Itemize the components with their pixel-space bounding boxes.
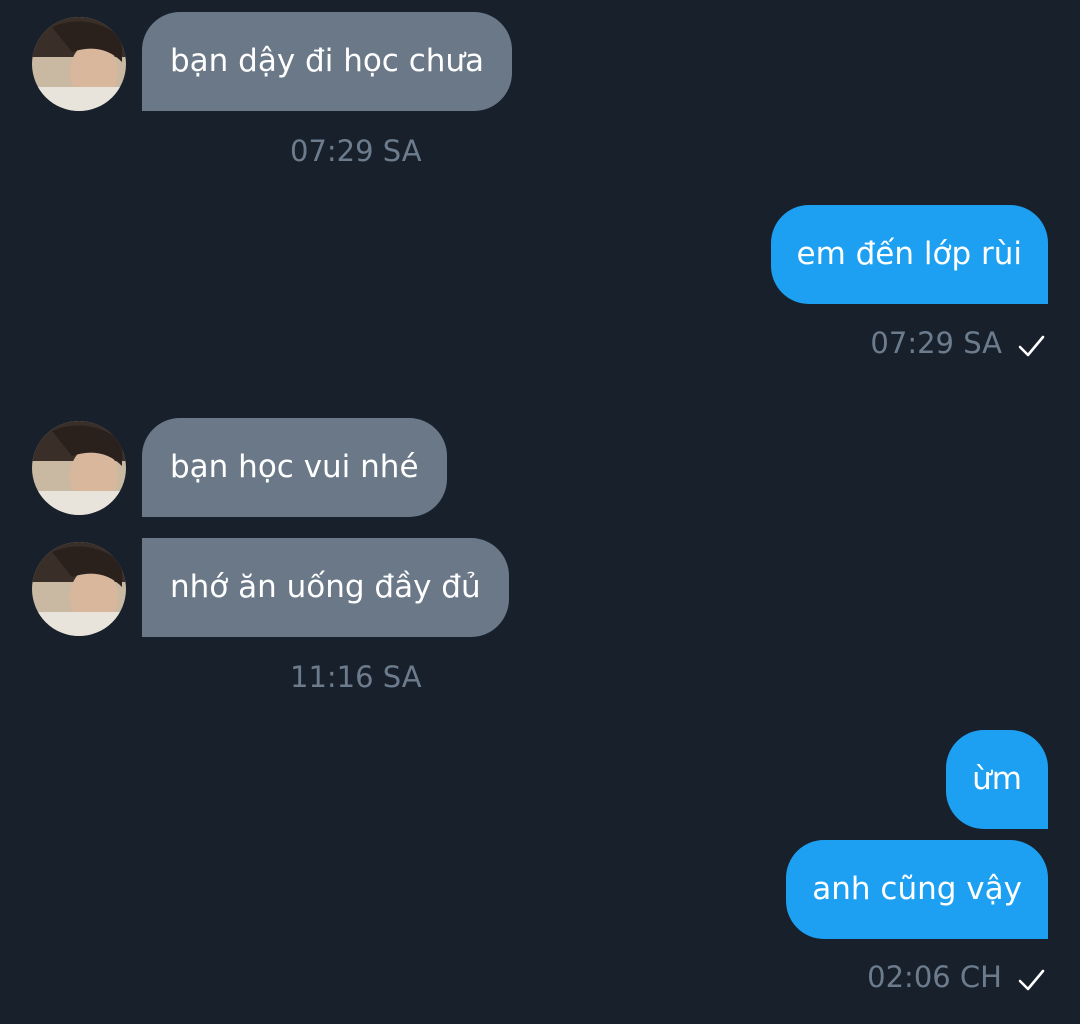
check-icon: [1018, 969, 1045, 991]
conversation-view: bạn dậy đi học chưa 07:29 SA em đến lớp …: [0, 0, 1080, 1024]
contact-avatar[interactable]: [32, 542, 126, 636]
message-bubble-incoming[interactable]: nhớ ăn uống đầy đủ: [142, 538, 509, 637]
message-bubble-outgoing[interactable]: ừm: [946, 730, 1048, 829]
contact-avatar[interactable]: [32, 421, 126, 515]
message-bubble-incoming[interactable]: bạn học vui nhé: [142, 418, 447, 517]
contact-avatar[interactable]: [32, 17, 126, 111]
message-timestamp: 07:29 SA: [290, 134, 422, 168]
message-timestamp: 07:29 SA: [870, 326, 1002, 360]
check-icon: [1018, 335, 1045, 357]
message-bubble-incoming[interactable]: bạn dậy đi học chưa: [142, 12, 513, 111]
message-bubble-outgoing[interactable]: anh cũng vậy: [786, 840, 1048, 939]
message-timestamp: 11:16 SA: [290, 660, 422, 694]
message-bubble-outgoing[interactable]: em đến lớp rùi: [770, 205, 1048, 304]
message-timestamp: 02:06 CH: [867, 960, 1002, 994]
